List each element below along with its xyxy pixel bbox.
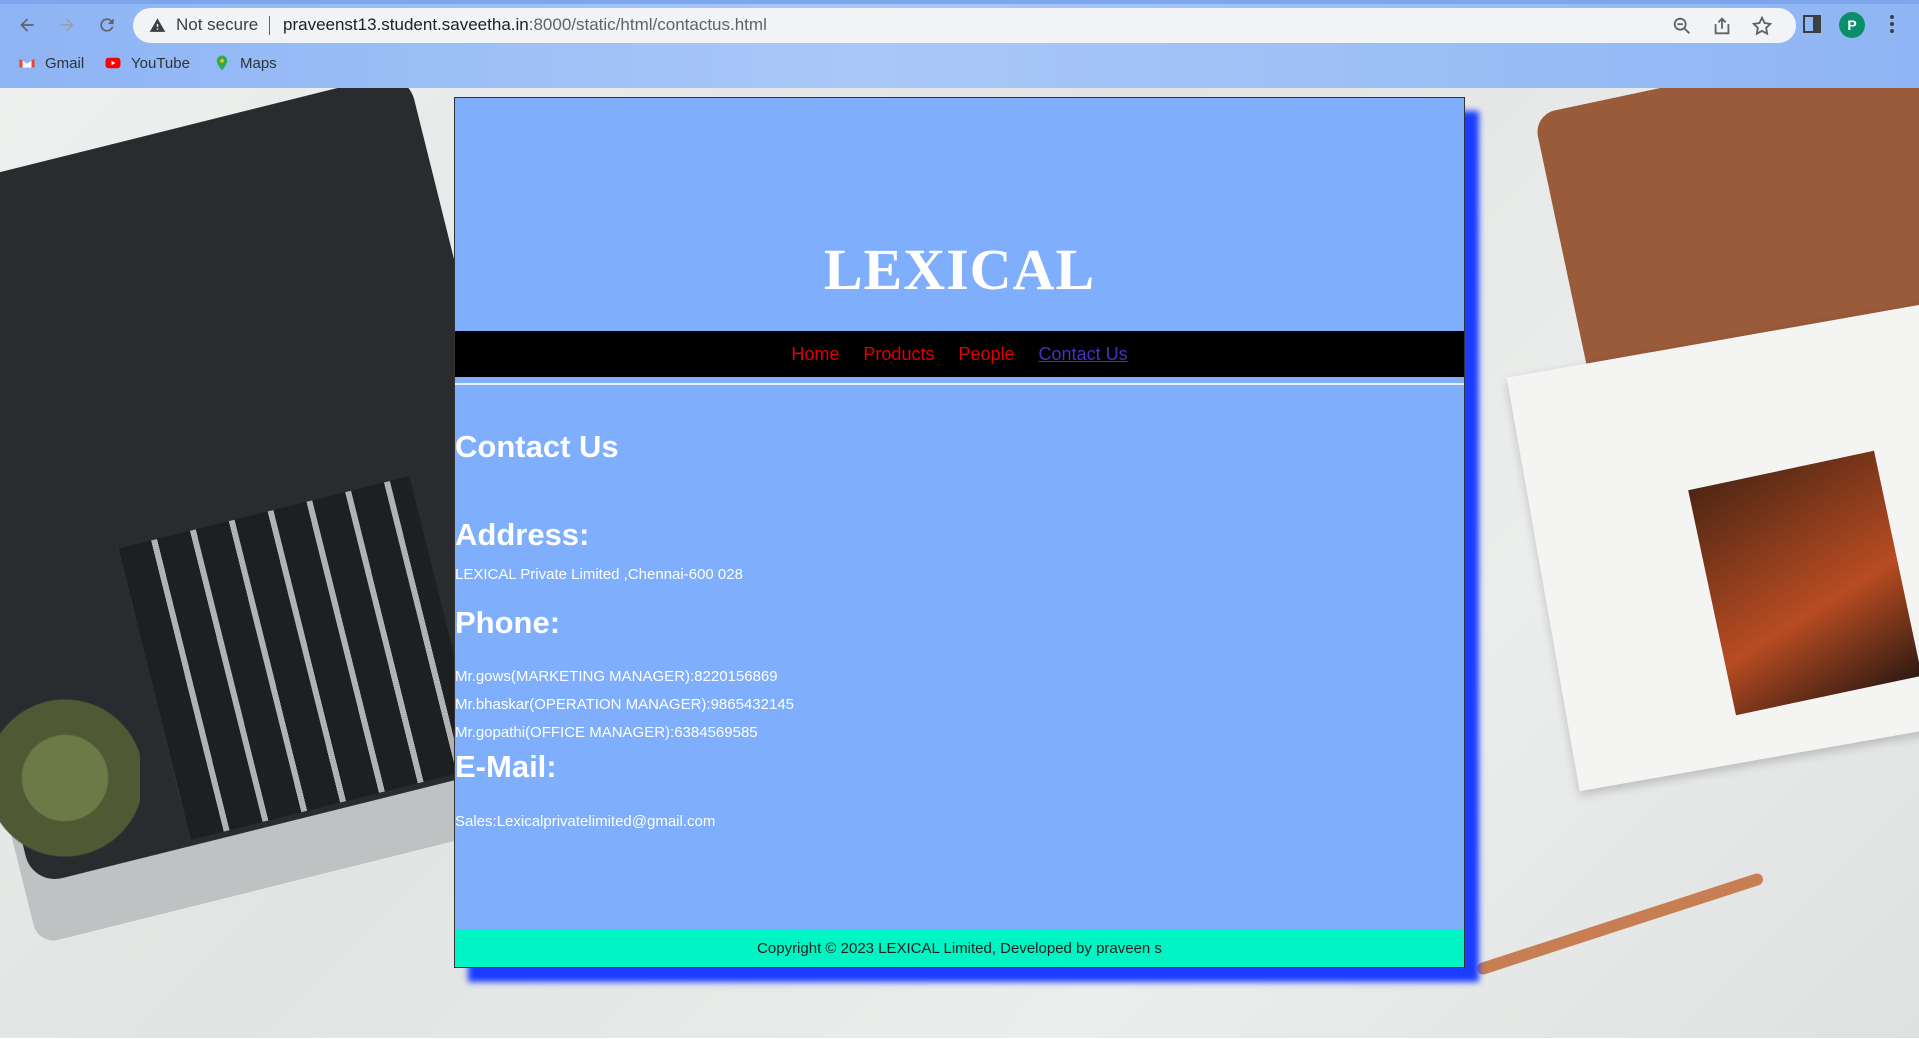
phone-heading: Phone: xyxy=(455,605,561,640)
bookmark-youtube[interactable]: YouTube xyxy=(104,54,190,72)
youtube-icon xyxy=(105,57,121,69)
nav-people[interactable]: People xyxy=(958,344,1014,365)
divider xyxy=(455,383,1464,385)
background-plant xyxy=(0,698,140,898)
forward-button[interactable] xyxy=(54,12,80,38)
page-title: Contact Us xyxy=(455,429,619,464)
address-separator xyxy=(269,16,270,35)
reload-icon xyxy=(100,18,114,32)
address-bar[interactable]: Not secure praveenst13.student.saveetha.… xyxy=(133,8,1796,43)
forward-arrow-icon xyxy=(60,18,74,32)
address-heading: Address: xyxy=(455,517,590,552)
back-button[interactable] xyxy=(14,12,40,38)
background-pencil xyxy=(1475,871,1765,977)
tab-strip-edge xyxy=(0,0,1919,4)
security-status[interactable]: Not secure xyxy=(176,15,258,35)
site-header: LEXICAL xyxy=(455,98,1464,331)
bookmark-maps[interactable]: Maps xyxy=(213,54,277,72)
url-text[interactable]: praveenst13.student.saveetha.in:8000/sta… xyxy=(283,15,767,35)
bookmark-label: Maps xyxy=(240,54,277,72)
nav-contact-us[interactable]: Contact Us xyxy=(1039,344,1128,365)
reload-button[interactable] xyxy=(94,12,120,38)
nav-home[interactable]: Home xyxy=(791,344,839,365)
brand-title: LEXICAL xyxy=(823,237,1096,302)
bookmark-gmail[interactable]: Gmail xyxy=(18,54,84,72)
bookmark-label: YouTube xyxy=(131,54,190,72)
bookmark-label: Gmail xyxy=(45,54,85,72)
menu-kebab-icon[interactable] xyxy=(1880,12,1904,36)
url-path: :8000/static/html/contactus.html xyxy=(528,15,767,34)
gmail-icon xyxy=(19,58,35,68)
address-text: LEXICAL Private Limited ,Chennai-600 028 xyxy=(455,566,743,583)
main-nav: Home Products People Contact Us xyxy=(455,331,1464,377)
email-text: Sales:Lexicalprivatelimited@gmail.com xyxy=(455,813,716,830)
side-panel-icon[interactable] xyxy=(1800,12,1824,36)
profile-avatar[interactable]: P xyxy=(1839,12,1865,38)
phone-entry: Mr.gopathi(OFFICE MANAGER):6384569585 xyxy=(455,724,758,741)
phone-entry: Mr.gows(MARKETING MANAGER):8220156869 xyxy=(455,668,778,685)
share-icon[interactable] xyxy=(1711,15,1733,37)
url-host: praveenst13.student.saveetha.in xyxy=(283,15,529,34)
maps-icon xyxy=(216,55,228,71)
site-container: LEXICAL Home Products People Contact Us … xyxy=(454,97,1465,968)
zoom-icon[interactable] xyxy=(1671,15,1693,37)
site-footer: Copyright © 2023 LEXICAL Limited, Develo… xyxy=(455,929,1464,967)
bookmark-star-icon[interactable] xyxy=(1751,15,1773,37)
bookmarks-bar: Gmail YouTube Maps xyxy=(0,52,1919,78)
phone-entry: Mr.bhaskar(OPERATION MANAGER):9865432145 xyxy=(455,696,795,713)
email-heading: E-Mail: xyxy=(455,749,557,784)
warning-icon xyxy=(149,18,166,32)
browser-toolbar: Not secure praveenst13.student.saveetha.… xyxy=(0,0,1919,88)
back-arrow-icon xyxy=(20,18,34,32)
nav-products[interactable]: Products xyxy=(863,344,934,365)
